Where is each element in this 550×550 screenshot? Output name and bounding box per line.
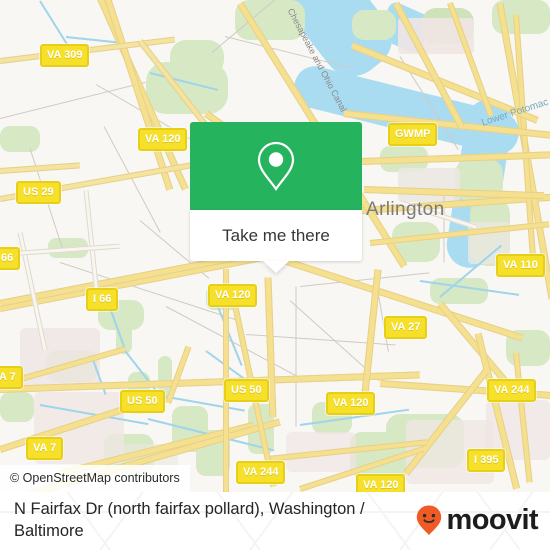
builtup-area — [398, 168, 460, 202]
location-title: N Fairfax Dr (north fairfax pollard), Wa… — [14, 498, 389, 542]
road-shield: VA 120 — [208, 284, 258, 307]
minor-road — [295, 286, 297, 427]
moovit-brand[interactable]: moovit — [415, 503, 539, 536]
park-area — [0, 392, 34, 422]
map-popup-card[interactable]: Take me there — [190, 122, 362, 273]
road-shield: VA 110 — [496, 254, 545, 277]
take-me-there-button[interactable]: Take me there — [190, 210, 362, 261]
road-shield: VA 244 — [236, 461, 286, 484]
park-area — [0, 126, 40, 152]
road-shield: GWMP — [388, 123, 438, 146]
road-shield: US 50 — [120, 390, 165, 413]
moovit-map-screenshot: Arlington Lower Potomac R Chesapeake and… — [0, 0, 550, 550]
road-shield: A 7 — [0, 366, 23, 389]
road-shield: I 66 — [86, 288, 119, 311]
moovit-smiling-pin-icon — [415, 504, 443, 536]
popup-header — [190, 122, 362, 210]
park-area — [352, 10, 396, 40]
footer-bar: N Fairfax Dr (north fairfax pollard), Wa… — [0, 492, 550, 550]
location-title-text: N Fairfax Dr (north fairfax pollard), Wa… — [14, 500, 365, 540]
road-shield: VA 309 — [40, 44, 90, 67]
take-me-there-label: Take me there — [222, 225, 330, 245]
road-shield: 66 — [0, 247, 21, 270]
attribution-text: © OpenStreetMap contributors — [10, 471, 180, 485]
road-shield: VA 7 — [26, 437, 64, 460]
road-shield: VA 120 — [326, 392, 376, 415]
road-shield: VA 244 — [487, 379, 537, 402]
road-shield: VA 120 — [138, 128, 188, 151]
road-shield: VA 27 — [384, 316, 428, 339]
road-shield: I 395 — [467, 449, 506, 472]
place-label-arlington: Arlington — [366, 199, 445, 220]
map-pin-icon — [254, 140, 298, 192]
map-attribution[interactable]: © OpenStreetMap contributors — [0, 465, 190, 492]
popup-pointer-tail — [263, 261, 289, 273]
map-canvas[interactable]: Arlington Lower Potomac R Chesapeake and… — [0, 0, 550, 492]
road-shield: VA 120 — [356, 474, 406, 492]
road-shield: US 50 — [224, 379, 269, 402]
road-shield: US 29 — [16, 181, 61, 204]
moovit-wordmark: moovit — [446, 503, 539, 536]
